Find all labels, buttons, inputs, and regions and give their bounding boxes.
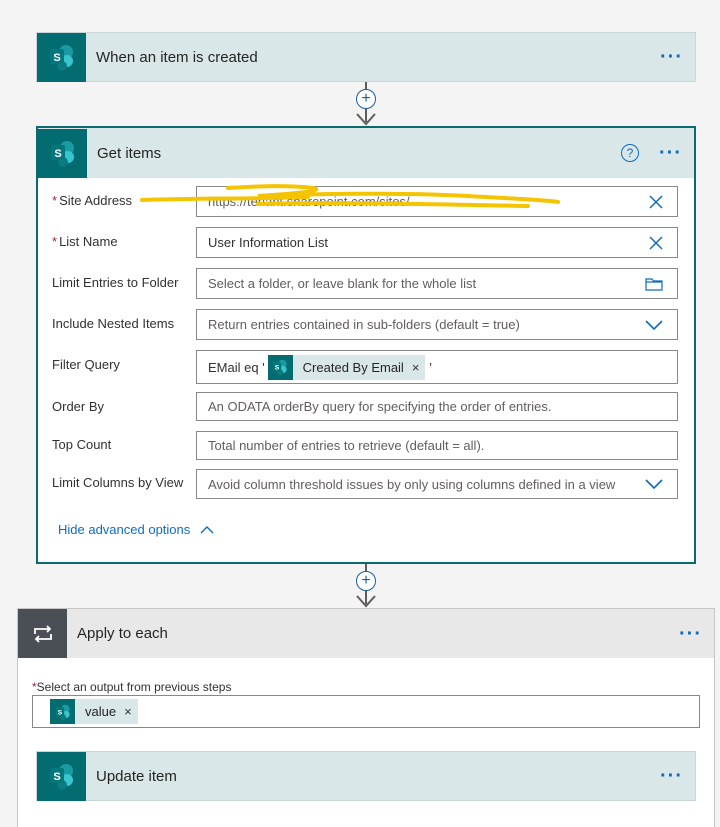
hide-advanced-options-link[interactable]: Hide advanced options	[58, 522, 214, 537]
sharepoint-icon: S	[37, 32, 86, 82]
select-output-field[interactable]: S value ×	[32, 695, 700, 728]
get-items-card: S Get items ? ··· * Site Address https://…	[36, 126, 696, 564]
apply-to-each-title: Apply to each	[77, 625, 168, 642]
limit-columns-label: Limit Columns by View	[52, 475, 184, 490]
more-options-icon[interactable]: ···	[660, 47, 695, 67]
folder-icon[interactable]	[645, 277, 663, 291]
limit-columns-dropdown[interactable]: Avoid column threshold issues by only us…	[196, 469, 678, 499]
trigger-title: When an item is created	[96, 48, 258, 66]
svg-text:S: S	[275, 364, 280, 371]
more-options-icon[interactable]: ···	[660, 766, 695, 786]
sharepoint-icon: S	[267, 354, 293, 380]
trigger-card[interactable]: S When an item is created ···	[36, 32, 696, 82]
remove-token-icon[interactable]: ×	[412, 360, 420, 375]
get-items-header[interactable]: S Get items ? ···	[38, 128, 694, 178]
nested-items-dropdown[interactable]: Return entries contained in sub-folders …	[196, 309, 678, 340]
arrow-down-icon	[356, 113, 376, 126]
nested-items-label: Include Nested Items	[52, 316, 175, 331]
filter-query-label: Filter Query	[52, 357, 120, 372]
filter-query-suffix: '	[429, 359, 432, 375]
more-options-icon[interactable]: ···	[679, 624, 714, 644]
top-count-placeholder: Total number of entries to retrieve (def…	[208, 438, 485, 453]
select-output-label: *Select an output from previous steps	[32, 680, 232, 694]
svg-text:S: S	[57, 709, 62, 716]
more-options-icon[interactable]: ···	[659, 143, 694, 163]
list-name-field[interactable]: User Information List	[196, 227, 678, 258]
filter-query-field[interactable]: EMail eq ' S Created By Email × '	[196, 350, 678, 384]
limit-folder-field[interactable]: Select a folder, or leave blank for the …	[196, 268, 678, 299]
nested-items-placeholder: Return entries contained in sub-folders …	[208, 317, 520, 332]
limit-folder-label: Limit Entries to Folder	[52, 275, 179, 290]
token-label: value	[85, 704, 117, 719]
clear-icon[interactable]	[649, 235, 663, 250]
value-token[interactable]: S value ×	[50, 699, 138, 724]
plus-icon: +	[361, 572, 371, 589]
add-step-button[interactable]: +	[356, 89, 376, 109]
svg-text:S: S	[53, 771, 60, 783]
limit-folder-placeholder: Select a folder, or leave blank for the …	[208, 276, 477, 291]
sharepoint-icon: S	[50, 699, 75, 724]
apply-to-each-card: Apply to each ··· *Select an output from…	[17, 608, 715, 827]
redaction-scribble	[140, 184, 560, 208]
list-name-label: * List Name	[52, 234, 118, 249]
order-by-placeholder: An ODATA orderBy query for specifying th…	[208, 399, 552, 414]
chevron-up-icon	[200, 525, 214, 533]
clear-icon[interactable]	[649, 194, 663, 209]
loop-icon	[18, 609, 67, 658]
token-label: Created By Email	[302, 359, 404, 375]
order-by-label: Order By	[52, 399, 105, 414]
sharepoint-icon: S	[37, 751, 86, 801]
order-by-field[interactable]: An ODATA orderBy query for specifying th…	[196, 392, 678, 421]
apply-to-each-header[interactable]: Apply to each ···	[18, 609, 714, 658]
svg-text:S: S	[54, 148, 61, 160]
update-item-card[interactable]: S Update item ···	[36, 751, 696, 801]
help-icon[interactable]: ?	[621, 144, 640, 162]
top-count-label: Top Count	[52, 437, 112, 452]
created-by-email-token[interactable]: S Created By Email ×	[267, 354, 426, 380]
arrow-down-icon	[356, 595, 376, 608]
get-items-title: Get items	[97, 144, 162, 162]
plus-icon: +	[361, 90, 371, 107]
add-step-button[interactable]: +	[356, 571, 376, 591]
chevron-down-icon[interactable]	[645, 479, 663, 489]
chevron-down-icon[interactable]	[645, 319, 663, 330]
update-item-title: Update item	[96, 767, 177, 785]
remove-token-icon[interactable]: ×	[124, 704, 132, 719]
top-count-field[interactable]: Total number of entries to retrieve (def…	[196, 431, 678, 460]
site-address-label: * Site Address	[52, 193, 133, 208]
limit-columns-placeholder: Avoid column threshold issues by only us…	[208, 476, 616, 492]
sharepoint-icon: S	[38, 128, 87, 178]
filter-query-prefix: EMail eq '	[208, 359, 265, 375]
list-name-value: User Information List	[208, 235, 328, 250]
svg-text:S: S	[53, 52, 60, 64]
